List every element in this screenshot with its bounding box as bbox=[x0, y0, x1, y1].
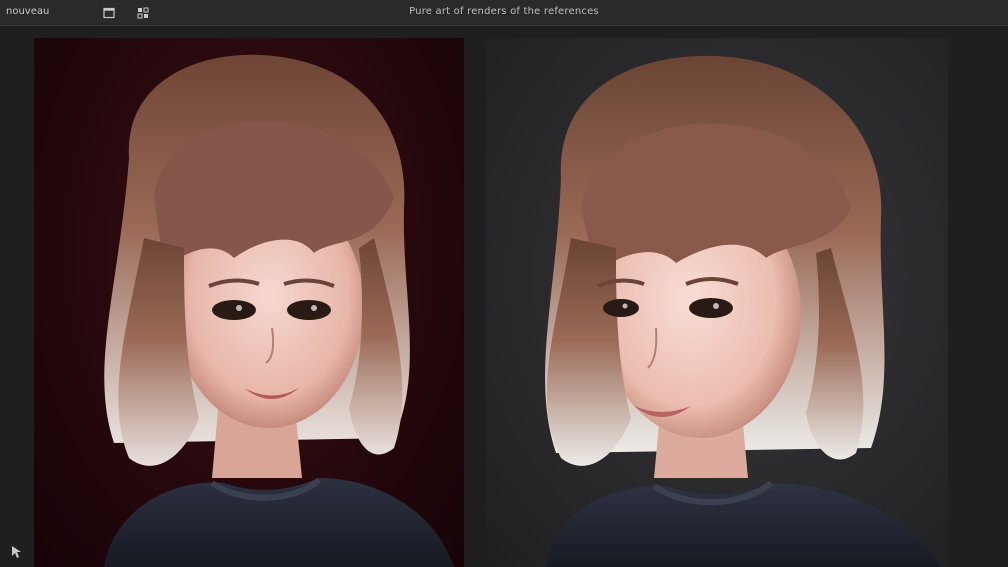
top-bar: nouveau Pure art of renders of the refer… bbox=[0, 0, 1008, 26]
image-panel-left[interactable] bbox=[34, 38, 464, 567]
portrait-image-left bbox=[104, 54, 454, 567]
window-title: Pure art of renders of the references bbox=[409, 6, 599, 17]
cursor-move-icon[interactable] bbox=[9, 544, 25, 560]
portrait-image-right bbox=[545, 55, 941, 567]
workspace bbox=[0, 26, 1008, 567]
image-panel-right[interactable] bbox=[486, 38, 948, 567]
